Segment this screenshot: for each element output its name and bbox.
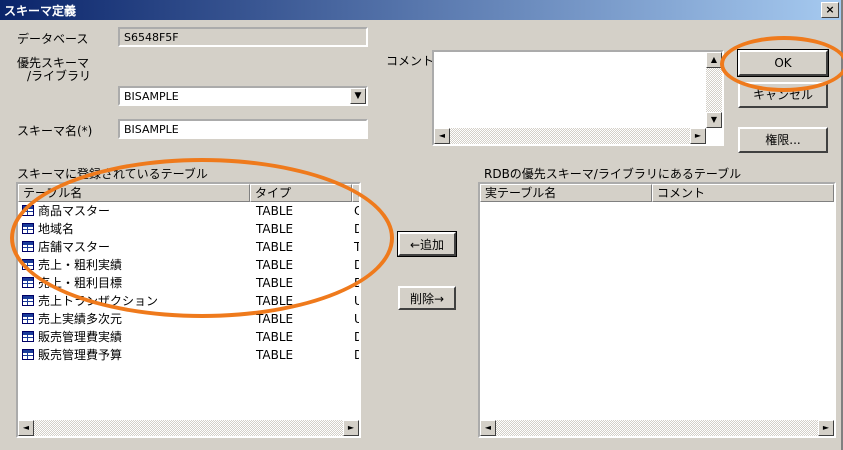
table-row[interactable]: 商品マスター TABLE C [18, 202, 359, 220]
comment-horizontal-scrollbar[interactable]: ◄ ► [434, 128, 706, 144]
rdb-tables-caption: RDBの優先スキーマ/ライブラリにあるテーブル [484, 167, 742, 181]
row-type: TABLE [256, 258, 294, 272]
table-row[interactable]: 店舗マスター TABLE T [18, 238, 361, 256]
table-icon [22, 295, 34, 306]
cancel-button[interactable]: キャンセル [738, 82, 828, 108]
table-row[interactable]: 売上トランザクション TABLE U [18, 292, 359, 310]
column-header-comment[interactable]: コメント [652, 184, 834, 202]
row-name: 売上トランザクション [38, 294, 159, 308]
add-button[interactable]: ←追加 [397, 231, 457, 257]
table-row[interactable]: 販売管理費実績 TABLE D [18, 328, 359, 346]
row-name: 商品マスター [38, 204, 111, 218]
scroll-left-icon[interactable]: ◄ [434, 128, 450, 144]
table-icon [22, 277, 34, 288]
row-name: 販売管理費予算 [38, 348, 123, 362]
row-name: 売上・粗利目標 [38, 276, 123, 290]
row-type: TABLE [256, 240, 294, 254]
registered-tables-list[interactable]: テーブル名 タイプ ヨ 商品マスター TABLE C 地域名 TABLE D 店… [16, 182, 361, 438]
table-icon [22, 349, 34, 360]
ok-button[interactable]: OK [737, 49, 829, 77]
table-row[interactable]: 販売管理費予算 TABLE D [18, 346, 359, 364]
delete-button[interactable]: 削除→ [398, 286, 456, 310]
preferred-schema-select[interactable]: BISAMPLE ▼ [118, 86, 368, 106]
row-extra: T [354, 240, 361, 254]
comment-vertical-scrollbar[interactable]: ▲ ▼ [706, 52, 722, 128]
row-extra: U [354, 292, 359, 310]
schema-definition-dialog: スキーマ定義 × データベース S6548F5F 優先スキーマ /ライブラリ B… [0, 0, 843, 450]
column-header-type[interactable]: タイプ [250, 184, 352, 202]
column-header-real-table-name[interactable]: 実テーブル名 [480, 184, 652, 202]
table-icon [22, 313, 34, 324]
window-title: スキーマ定義 [4, 4, 77, 18]
schema-name-label: スキーマ名(*) [17, 124, 93, 138]
row-type: TABLE [256, 312, 294, 326]
row-name: 売上実績多次元 [38, 312, 123, 326]
scroll-right-icon[interactable]: ► [818, 420, 834, 436]
row-extra: D [354, 328, 359, 346]
row-extra: D [354, 346, 359, 364]
scroll-down-icon[interactable]: ▼ [706, 112, 722, 128]
table-row[interactable]: 売上・粗利実績 TABLE D [18, 256, 359, 274]
title-bar[interactable]: スキーマ定義 × [0, 0, 841, 20]
left-list-horizontal-scrollbar[interactable]: ◄ ► [18, 420, 359, 436]
column-header-extra[interactable]: ヨ [352, 184, 359, 202]
close-button[interactable]: × [821, 2, 839, 18]
schema-name-input[interactable]: BISAMPLE [118, 119, 368, 139]
row-name: 地域名 [38, 222, 75, 236]
preferred-schema-label-line2: /ライブラリ [27, 69, 92, 83]
row-type: TABLE [256, 348, 294, 362]
row-type: TABLE [256, 330, 294, 344]
table-row[interactable]: 売上実績多次元 TABLE U [18, 310, 359, 328]
row-type: TABLE [256, 204, 294, 218]
rdb-tables-list[interactable]: 実テーブル名 コメント ◄ ► [478, 182, 836, 438]
table-icon [22, 223, 34, 234]
table-icon [22, 331, 34, 342]
row-extra: D [354, 220, 359, 238]
scroll-left-icon[interactable]: ◄ [18, 420, 34, 436]
database-field: S6548F5F [118, 27, 368, 47]
preferred-schema-value: BISAMPLE [124, 90, 179, 103]
row-name: 店舗マスター [38, 240, 111, 254]
column-header-table-name[interactable]: テーブル名 [18, 184, 250, 202]
comment-textarea[interactable]: ▲ ▼ ◄ ► [432, 50, 724, 146]
scroll-left-icon[interactable]: ◄ [480, 420, 496, 436]
scroll-right-icon[interactable]: ► [690, 128, 706, 144]
row-type: TABLE [256, 276, 294, 290]
row-extra: U [354, 310, 359, 328]
row-type: TABLE [256, 294, 294, 308]
table-icon [22, 259, 34, 270]
table-row[interactable]: 地域名 TABLE D [18, 220, 359, 238]
scroll-up-icon[interactable]: ▲ [706, 52, 722, 68]
database-label: データベース [17, 32, 89, 46]
scroll-right-icon[interactable]: ► [343, 420, 359, 436]
right-list-horizontal-scrollbar[interactable]: ◄ ► [480, 420, 834, 436]
registered-tables-caption: スキーマに登録されているテーブル [17, 167, 208, 181]
row-type: TABLE [256, 222, 294, 236]
row-extra: D [354, 256, 359, 274]
table-row[interactable]: 売上・粗利目標 TABLE D [18, 274, 359, 292]
table-icon [22, 241, 34, 252]
row-extra: C [354, 202, 359, 220]
permissions-button[interactable]: 権限... [738, 127, 828, 153]
chevron-down-icon[interactable]: ▼ [350, 88, 366, 104]
table-icon [22, 205, 34, 216]
row-name: 販売管理費実績 [38, 330, 123, 344]
row-extra: D [354, 274, 359, 292]
comment-label: コメント [386, 54, 435, 68]
row-name: 売上・粗利実績 [38, 258, 123, 272]
